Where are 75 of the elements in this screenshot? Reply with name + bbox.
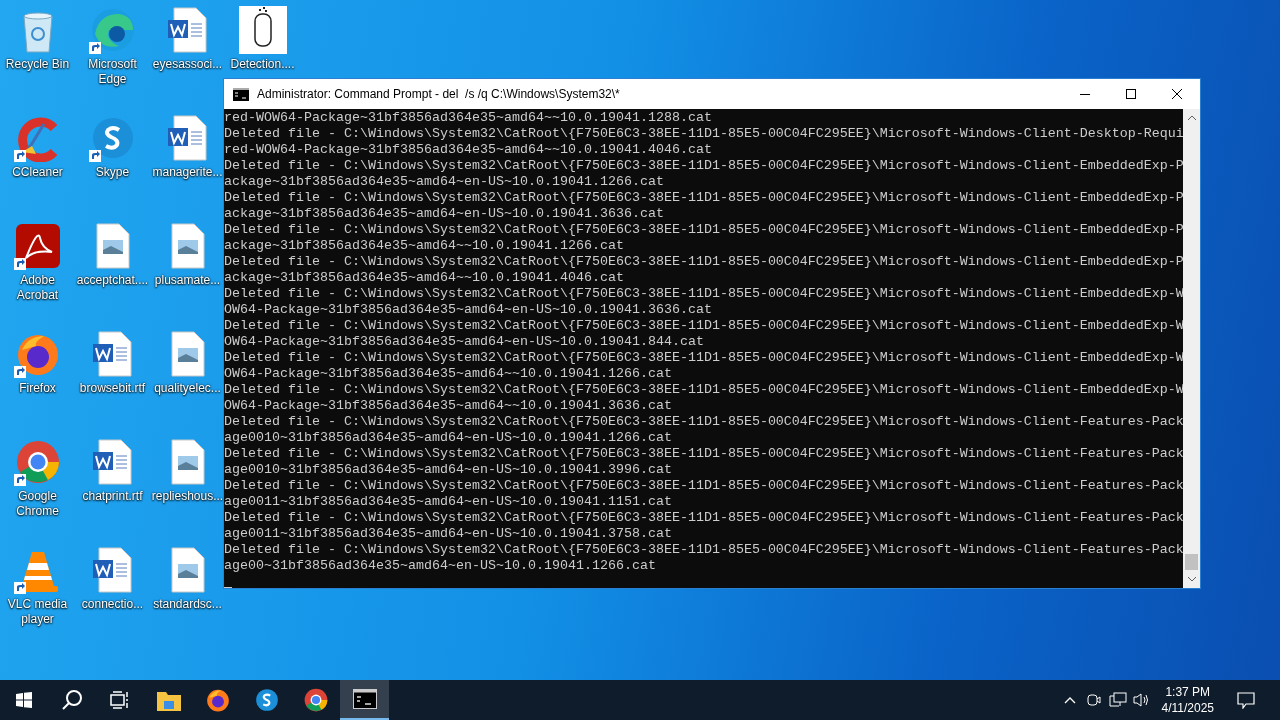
console-line: ackage~31bf3856ad364e35~amd64~en-US~10.0.19041.1266.cat — [224, 174, 665, 190]
terminal-icon — [233, 87, 249, 101]
chevron-up-icon[interactable] — [1063, 696, 1076, 704]
firefox-icon — [204, 687, 231, 713]
scroll-up-icon[interactable] — [1187, 115, 1196, 120]
console-line: age0011~31bf3856ad364e35~amd64~en-US~10.0.19041.1151.cat — [224, 494, 673, 510]
close-icon — [1172, 89, 1182, 99]
console-line: Deleted file - C:\Windows\System32\CatRoot\{F750E6C3-38EE-11D1-85E5-00C04FC295EE}\Microsoft-Windows-Client-Features-Pack — [224, 510, 1183, 526]
console-line: Deleted file - C:\Windows\System32\CatRoot\{F750E6C3-38EE-11D1-85E5-00C04FC295EE}\Microsoft-Windows-Client-EmbeddedExp-P — [224, 254, 1183, 270]
acrobat-icon[interactable] — [13, 222, 62, 270]
desktop-icon-label[interactable]: VLC media player — [0, 597, 75, 627]
windows-logo-icon — [16, 692, 32, 708]
folder-icon — [156, 689, 181, 711]
console-line: ackage~31bf3856ad364e35~amd64~en-US~10.0.19041.3636.cat — [224, 206, 665, 222]
console-line: Deleted file - C:\Windows\System32\CatRoot\{F750E6C3-38EE-11D1-85E5-00C04FC295EE}\Microsoft-Windows-Client-EmbeddedExp-W — [224, 382, 1183, 398]
console-line: ackage~31bf3856ad364e35~amd64~~10.0.19041.1266.cat — [224, 238, 625, 254]
console-line: OW64-Package~31bf3856ad364e35~amd64~~10.0.19041.1266.cat — [224, 366, 673, 382]
console-line: age0011~31bf3856ad364e35~amd64~en-US~10.0.19041.3758.cat — [224, 526, 673, 542]
console-line: Deleted file - C:\Windows\System32\CatRoot\{F750E6C3-38EE-11D1-85E5-00C04FC295EE}\Microsoft-Windows-Client-EmbeddedExp-P — [224, 190, 1183, 206]
network-icon[interactable] — [1108, 692, 1127, 708]
console-line: Deleted file - C:\Windows\System32\CatRoot\{F750E6C3-38EE-11D1-85E5-00C04FC295EE}\Microsoft-Windows-Client-Features-Pack — [224, 542, 1183, 558]
desktop-icon-label[interactable]: eyesassoci... — [150, 57, 225, 72]
console-line: Deleted file - C:\Windows\System32\CatRoot\{F750E6C3-38EE-11D1-85E5-00C04FC295EE}\Microsoft-Windows-Client-EmbeddedExp-W — [224, 286, 1183, 302]
clock-date[interactable]: 4/11/2025 — [1161, 700, 1214, 716]
console-line: age00~31bf3856ad364e35~amd64~en-US~10.0.19041.1266.cat — [224, 558, 657, 574]
console-line: OW64-Package~31bf3856ad364e35~amd64~en-US~10.0.19041.3636.cat — [224, 302, 713, 318]
desktop-icon-label[interactable]: chatprint.rtf — [75, 489, 150, 504]
console-line: Deleted file - C:\Windows\System32\CatRoot\{F750E6C3-38EE-11D1-85E5-00C04FC295EE}\Microsoft-Windows-Client-Features-Pack — [224, 414, 1183, 430]
clock-time[interactable]: 1:37 PM — [1165, 684, 1211, 700]
task-view-icon — [110, 691, 130, 709]
desktop-icon-label[interactable]: Skype — [75, 165, 150, 180]
desktop-icon-label[interactable]: Google Chrome — [0, 489, 75, 519]
video-camera-icon[interactable] — [1085, 692, 1102, 708]
console-line: Deleted file - C:\Windows\System32\CatRoot\{F750E6C3-38EE-11D1-85E5-00C04FC295EE}\Microsoft-Windows-Client-EmbeddedExp-W — [224, 318, 1183, 334]
desktop-icon-label[interactable]: browsebit.rtf — [75, 381, 150, 396]
desktop-icon-label[interactable]: Firefox — [0, 381, 75, 396]
desktop-icon-label[interactable]: replieshous... — [150, 489, 225, 504]
console-line: Deleted file - C:\Windows\System32\CatRoot\{F750E6C3-38EE-11D1-85E5-00C04FC295EE}\Microsoft-Windows-Client-EmbeddedExp-W — [224, 350, 1183, 366]
console-line: Deleted file - C:\Windows\System32\CatRoot\{F750E6C3-38EE-11D1-85E5-00C04FC295EE}\Microsoft-Windows-Client-Features-Pack — [224, 478, 1183, 494]
desktop-icon-label[interactable]: acceptchat.... — [75, 273, 150, 288]
desktop-icon-label[interactable]: standardsc... — [150, 597, 225, 612]
desktop-icon-label[interactable]: Detection.... — [225, 57, 300, 72]
console-line: Deleted file - C:\Windows\System32\CatRoot\{F750E6C3-38EE-11D1-85E5-00C04FC295EE}\Microsoft-Windows-Client-EmbeddedExp-P — [224, 158, 1183, 174]
console-line: age0010~31bf3856ad364e35~amd64~en-US~10.0.19041.1266.cat — [224, 430, 673, 446]
console-line: OW64-Package~31bf3856ad364e35~amd64~~10.0.19041.3636.cat — [224, 398, 673, 414]
chrome-icon[interactable] — [13, 438, 62, 486]
console-line: OW64-Package~31bf3856ad364e35~amd64~en-US~10.0.19041.844.cat — [224, 334, 705, 350]
search-icon — [61, 689, 83, 711]
edge-icon[interactable] — [88, 6, 137, 54]
notification-icon[interactable] — [1237, 691, 1255, 709]
console-line: age0010~31bf3856ad364e35~amd64~en-US~10.0.19041.3996.cat — [224, 462, 673, 478]
console-line: red-WOW64-Package~31bf3856ad364e35~amd64~~10.0.19041.1288.cat — [224, 110, 713, 126]
taskbar-button[interactable] — [340, 680, 389, 720]
desktop-icon-label[interactable]: CCleaner — [0, 165, 75, 180]
desktop-icon-label[interactable]: Recycle Bin — [0, 57, 75, 72]
scroll-down-icon[interactable] — [1187, 577, 1196, 582]
scrollbar[interactable] — [1183, 109, 1200, 588]
console-line: ackage~31bf3856ad364e35~amd64~~10.0.19041.4046.cat — [224, 270, 625, 286]
desktop-icon-label[interactable]: qualityelec... — [150, 381, 225, 396]
scroll-thumb[interactable] — [1185, 554, 1198, 570]
desktop-icon-label[interactable]: managerite... — [150, 165, 225, 180]
terminal-icon — [352, 689, 377, 709]
desktop-icon-label[interactable]: Microsoft Edge — [75, 57, 150, 87]
chrome-icon — [302, 687, 329, 713]
maximize-icon — [1126, 89, 1136, 99]
desktop-icon-label[interactable]: Adobe Acrobat — [0, 273, 75, 303]
console-line: Deleted file - C:\Windows\System32\CatRoot\{F750E6C3-38EE-11D1-85E5-00C04FC295EE}\Microsoft-Windows-Client-EmbeddedExp-P — [224, 222, 1183, 238]
console-line: Deleted file - C:\Windows\System32\CatRoot\{F750E6C3-38EE-11D1-85E5-00C04FC295EE}\Microsoft-Windows-Client-Features-Pack — [224, 446, 1183, 462]
volume-icon[interactable] — [1132, 692, 1151, 708]
window-title: Administrator: Command Prompt - del /s /q C:\Windows\System32\* — [257, 87, 621, 101]
console-line: Deleted file - C:\Windows\System32\CatRoot\{F750E6C3-38EE-11D1-85E5-00C04FC295EE}\Microsoft-Windows-Client-Desktop-Requi — [224, 126, 1183, 142]
desktop-icon-label[interactable]: connectio... — [75, 597, 150, 612]
skype-icon — [253, 687, 280, 713]
desktop-icon-label[interactable]: plusamate... — [150, 273, 225, 288]
console-line: red-WOW64-Package~31bf3856ad364e35~amd64~~10.0.19041.4046.cat — [224, 142, 713, 158]
